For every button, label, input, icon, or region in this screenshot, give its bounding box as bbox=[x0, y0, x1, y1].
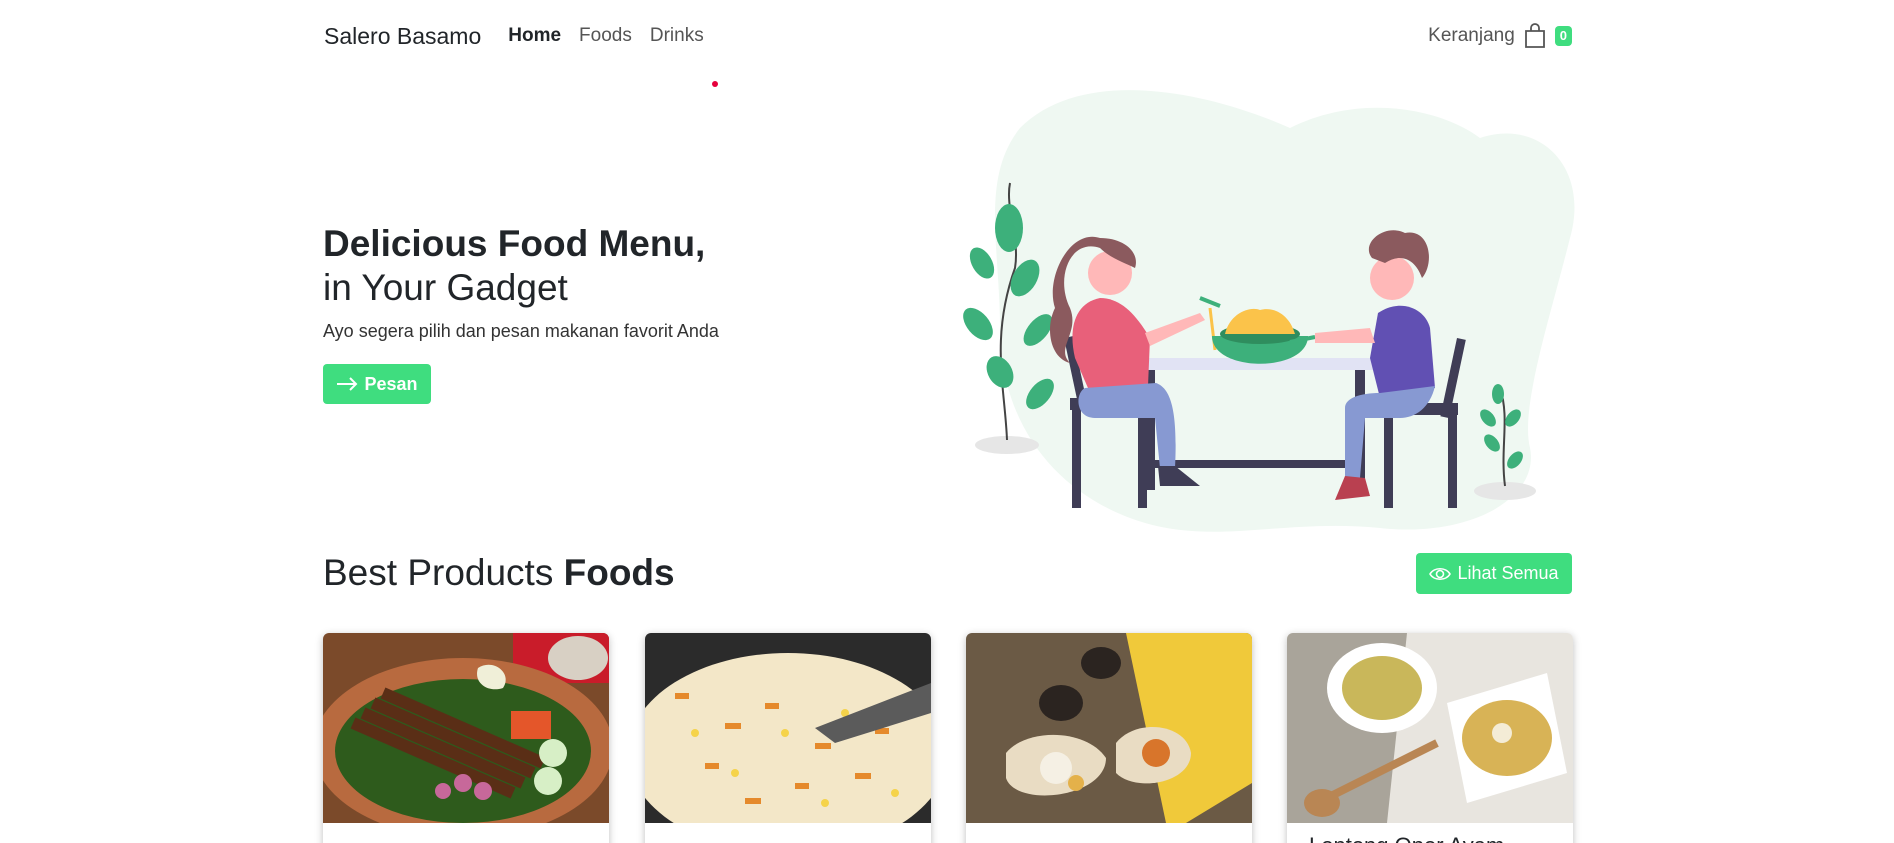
shopping-bag-icon bbox=[1524, 23, 1545, 48]
brand-name[interactable]: Salero Basamo bbox=[324, 23, 481, 50]
navbar: Salero Basamo Home Foods Drinks Keranjan… bbox=[324, 20, 1572, 52]
hero-description: Ayo segera pilih dan pesan makanan favor… bbox=[323, 321, 719, 341]
lontong-opor-image bbox=[1287, 633, 1573, 823]
order-button[interactable]: Pesan bbox=[323, 364, 431, 404]
eye-icon bbox=[1429, 567, 1452, 580]
order-button-label: Pesan bbox=[364, 373, 418, 394]
fried-rice-image bbox=[645, 633, 931, 843]
nav-link-drinks[interactable]: Drinks bbox=[650, 25, 704, 47]
best-products-title: Best Products Foods bbox=[323, 552, 675, 594]
cart-link[interactable]: Keranjang 0 bbox=[1428, 23, 1572, 49]
cart-label: Keranjang bbox=[1428, 25, 1515, 46]
best-products-title-bold: Foods bbox=[563, 552, 675, 593]
product-card-lontong-opor-ayam[interactable]: Lontong Opor Ayam bbox=[1287, 633, 1573, 843]
product-card-sate[interactable] bbox=[323, 633, 609, 843]
arrow-right-icon bbox=[337, 377, 358, 391]
product-card-nasi-goreng[interactable] bbox=[645, 633, 931, 843]
nav-link-home[interactable]: Home bbox=[508, 25, 561, 47]
view-all-button-label: Lihat Semua bbox=[1457, 563, 1559, 583]
sate-food-image bbox=[323, 633, 609, 838]
best-products-title-regular: Best Products bbox=[323, 552, 554, 593]
hero-title: Delicious Food Menu, bbox=[323, 223, 706, 264]
product-card-label: Lontong Opor Ayam bbox=[1309, 833, 1504, 843]
hero-subtitle: in Your Gadget bbox=[323, 267, 568, 308]
product-card-nasi-kuning[interactable] bbox=[966, 633, 1252, 843]
view-all-button[interactable]: Lihat Semua bbox=[1416, 553, 1572, 594]
decorative-dot bbox=[712, 81, 718, 87]
dining-couple-illustration bbox=[963, 90, 1575, 532]
rice-plate-image bbox=[966, 633, 1252, 823]
nav-link-foods[interactable]: Foods bbox=[579, 25, 632, 47]
cart-count-badge: 0 bbox=[1554, 26, 1572, 46]
